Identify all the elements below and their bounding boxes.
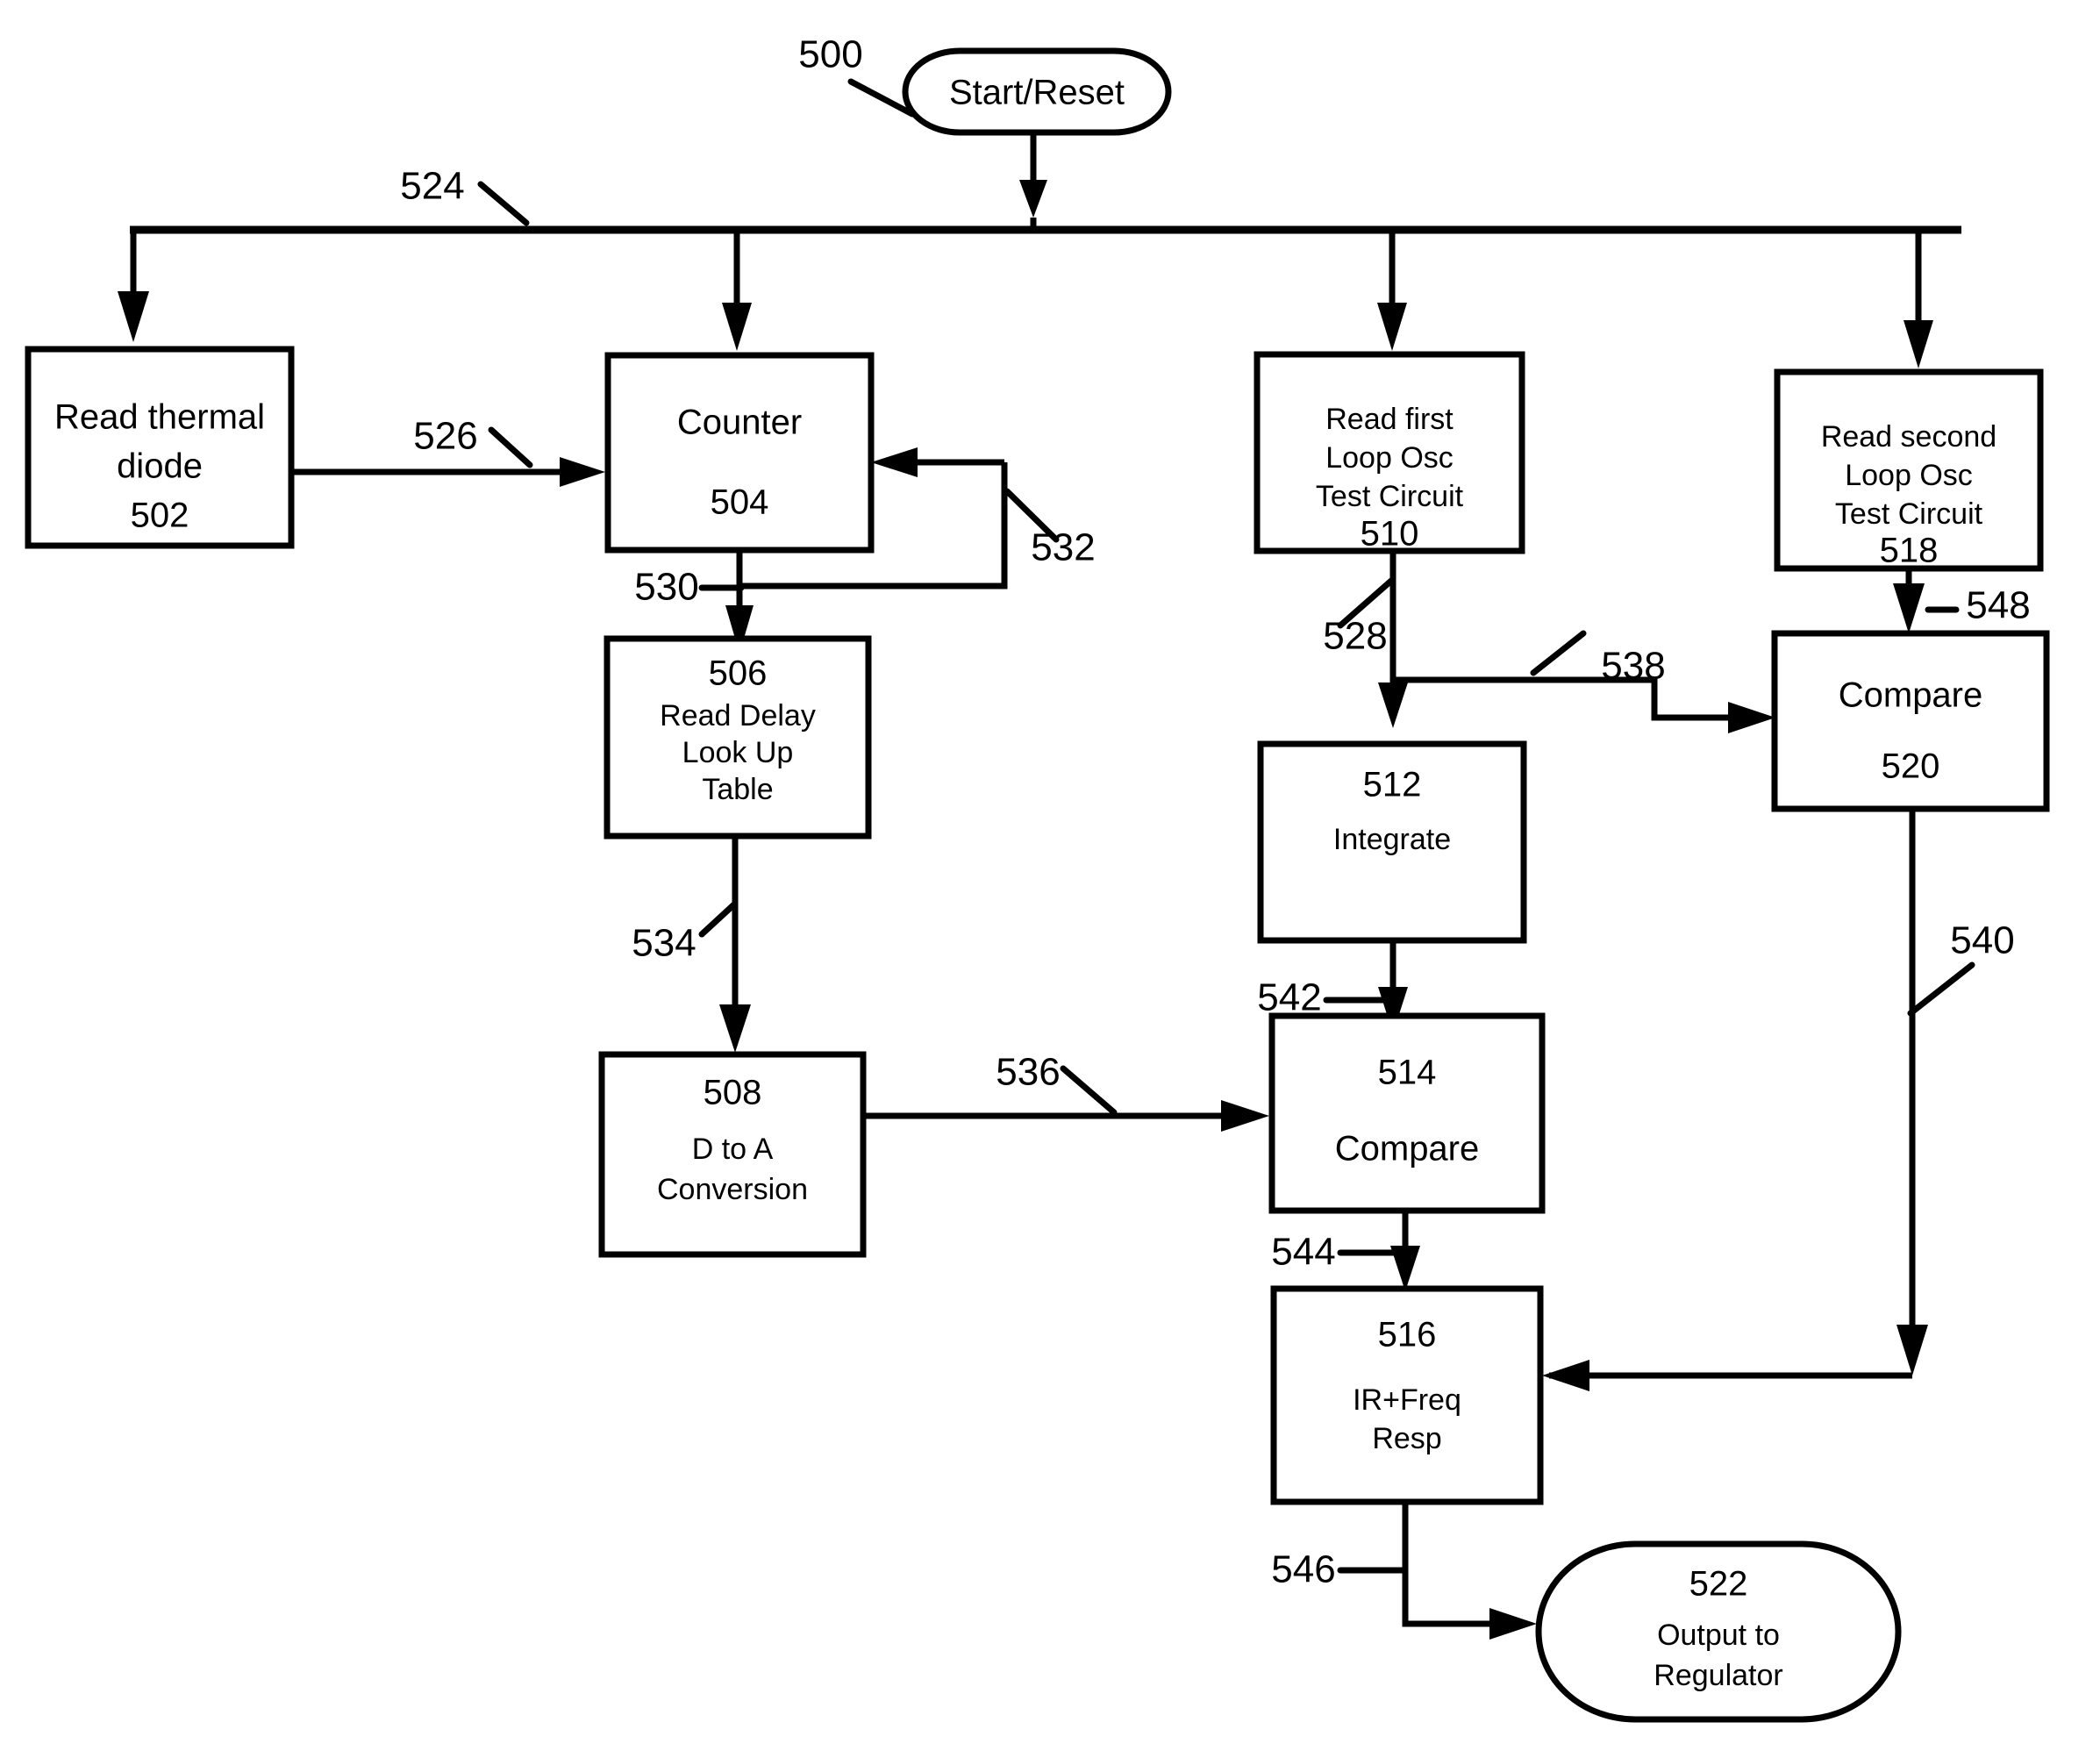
- node-520-number: 520: [1882, 747, 1940, 786]
- node-510-line2: Loop Osc: [1325, 441, 1454, 475]
- edge-538: 538: [1393, 630, 1775, 733]
- node-d-to-a-conversion[interactable]: 508 D to A Conversion: [598, 1051, 867, 1258]
- node-514-number: 514: [1378, 1054, 1437, 1092]
- node-506-line2: Look Up: [682, 736, 794, 769]
- node-522-number: 522: [1689, 1565, 1748, 1604]
- ref-label-548: 548: [1966, 584, 2030, 627]
- ref-label-538: 538: [1601, 645, 1665, 688]
- node-520-label: Compare: [1839, 676, 1983, 715]
- node-504-label: Counter: [677, 404, 802, 442]
- node-506-line3: Table: [702, 773, 773, 806]
- ref-label-532: 532: [1031, 526, 1095, 569]
- node-510-number: 510: [1361, 515, 1419, 554]
- node-512-label: Integrate: [1333, 823, 1451, 856]
- edge-bus-to-504: [722, 230, 752, 351]
- edge-start-to-bus: [1019, 130, 1047, 230]
- node-read-delay-lookup-table[interactable]: 506 Read Delay Look Up Table: [604, 635, 872, 840]
- edge-536: 536: [863, 1051, 1269, 1132]
- node-522-line1: Output to: [1657, 1619, 1780, 1652]
- node-522-line2: Regulator: [1654, 1659, 1782, 1692]
- node-compare-514[interactable]: 514 Compare: [1268, 1012, 1546, 1214]
- node-518-line2: Loop Osc: [1845, 459, 1973, 492]
- node-502-number: 502: [131, 497, 189, 535]
- node-ir-freq-resp[interactable]: 516 IR+Freq Resp: [1270, 1285, 1544, 1505]
- node-504-number: 504: [711, 483, 769, 522]
- ref-label-530: 530: [634, 566, 698, 609]
- node-518-line1: Read second: [1821, 420, 1996, 454]
- node-read-first-loop-osc[interactable]: Read first Loop Osc Test Circuit 510: [1254, 351, 1525, 554]
- ref-label-544: 544: [1271, 1231, 1335, 1274]
- edge-bus-to-510: [1377, 230, 1407, 351]
- edge-548: 548: [1893, 568, 2031, 633]
- node-518-line3: Test Circuit: [1835, 497, 1983, 531]
- ref-label-528: 528: [1323, 615, 1387, 658]
- node-508-number: 508: [704, 1074, 762, 1112]
- ref-label-536: 536: [996, 1051, 1060, 1094]
- node-502-line2: diode: [117, 447, 203, 486]
- ref-label-524: 524: [400, 165, 464, 208]
- edge-534: 534: [632, 836, 751, 1053]
- flowchart-svg: Start/Reset 500 524 Read thermal diode 5…: [25, 33, 2050, 1723]
- ref-label-500: 500: [798, 33, 862, 76]
- edge-544: 544: [1271, 1211, 1420, 1291]
- node-516-line2: Resp: [1372, 1422, 1441, 1455]
- patent-figure-canvas: Start/Reset 500 524 Read thermal diode 5…: [0, 0, 2100, 1758]
- node-516-number: 516: [1378, 1316, 1437, 1354]
- edge-540: 540: [1542, 809, 2015, 1391]
- node-512-number: 512: [1363, 766, 1422, 804]
- node-514-label: Compare: [1335, 1130, 1480, 1168]
- edge-bus-to-502: [118, 230, 149, 342]
- ref-label-546: 546: [1271, 1548, 1335, 1591]
- node-508-line2: Conversion: [657, 1173, 808, 1206]
- ref-label-534: 534: [632, 922, 696, 965]
- node-counter[interactable]: Counter 504: [604, 352, 875, 554]
- ref-label-540: 540: [1950, 919, 2014, 962]
- node-508-line1: D to A: [692, 1133, 774, 1166]
- edge-546: 546: [1271, 1502, 1537, 1640]
- node-start-reset[interactable]: Start/Reset: [902, 47, 1172, 136]
- edge-526: 526: [291, 415, 605, 487]
- edge-528: 528: [1323, 551, 1408, 728]
- node-510-line3: Test Circuit: [1316, 480, 1464, 513]
- node-output-to-regulator[interactable]: 522 Output to Regulator: [1535, 1540, 1902, 1723]
- node-516-line1: IR+Freq: [1353, 1383, 1461, 1417]
- node-integrate[interactable]: 512 Integrate: [1257, 740, 1527, 944]
- node-506-number: 506: [709, 654, 768, 693]
- node-compare-520[interactable]: Compare 520: [1771, 630, 2050, 812]
- ref-label-542: 542: [1257, 976, 1321, 1019]
- node-502-line1: Read thermal: [54, 398, 265, 437]
- bus-524: 524: [130, 165, 1961, 234]
- leader-500: 500: [798, 33, 916, 118]
- node-read-thermal-diode[interactable]: Read thermal diode 502: [25, 346, 295, 549]
- node-506-line1: Read Delay: [660, 699, 816, 732]
- node-518-number: 518: [1880, 532, 1939, 570]
- edge-bus-to-518: [1904, 230, 1933, 368]
- node-read-second-loop-osc[interactable]: Read second Loop Osc Test Circuit 518: [1774, 368, 2044, 572]
- node-start-reset-label: Start/Reset: [949, 74, 1125, 112]
- node-510-line1: Read first: [1325, 403, 1454, 436]
- ref-label-526: 526: [413, 415, 477, 458]
